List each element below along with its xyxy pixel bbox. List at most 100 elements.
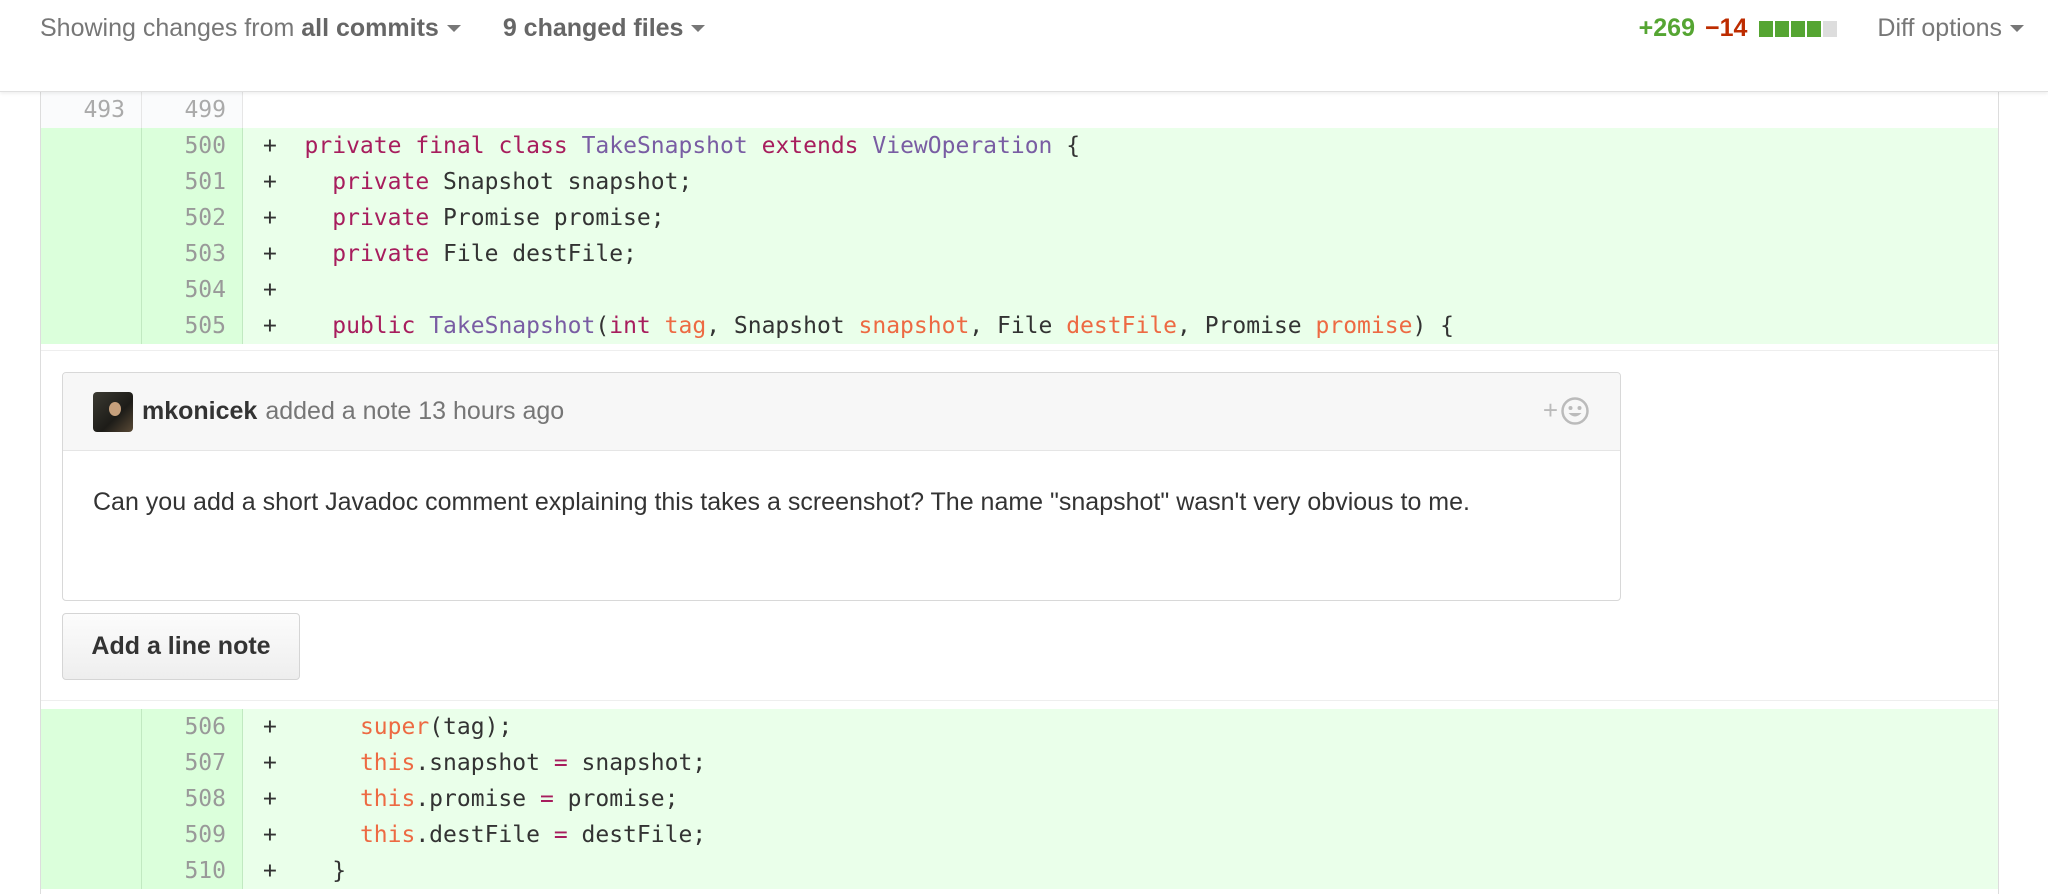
toolbar-right: +269 −14 Diff options <box>1639 14 2024 43</box>
code-token: this <box>359 822 416 848</box>
changed-files-label: 9 changed files <box>502 14 684 42</box>
code-token: snapshot <box>858 313 970 339</box>
new-line-number[interactable]: 503 <box>142 236 243 272</box>
code-line: + } <box>243 853 1998 889</box>
new-line-number[interactable]: 502 <box>142 200 243 236</box>
code-token: Promise promise; <box>429 205 665 231</box>
commit-range-selector[interactable]: Showing changes from all commits <box>40 14 461 43</box>
code-line: + this.destFile = destFile; <box>243 817 1998 853</box>
code-token: + <box>263 822 360 848</box>
new-line-number[interactable]: 506 <box>142 709 243 745</box>
code-token: TakeSnapshot <box>581 133 748 159</box>
diff-view: 493 499 500 + private final class TakeSnaps… <box>40 92 1999 894</box>
code-token: + <box>263 786 360 812</box>
code-token: + <box>263 750 360 776</box>
diff-options-label: Diff options <box>1877 14 2002 42</box>
code-token: + <box>263 169 333 195</box>
old-line-number[interactable] <box>41 817 142 853</box>
code-token: (tag); <box>429 714 513 740</box>
code-token: public <box>332 313 416 339</box>
old-line-number[interactable] <box>41 272 142 308</box>
diff-line: 510 + } <box>41 853 1998 889</box>
code-token: private <box>332 241 430 267</box>
new-line-number[interactable]: 510 <box>142 853 243 889</box>
diff-line: 506 + super(tag); <box>41 709 1998 745</box>
old-line-number[interactable] <box>41 236 142 272</box>
code-token: class <box>498 133 568 159</box>
smiley-icon <box>1561 396 1589 425</box>
code-token: tag <box>664 313 707 339</box>
old-line-number[interactable]: 493 <box>41 92 142 128</box>
showing-prefix: Showing changes from <box>40 14 302 42</box>
code-token: + <box>263 205 333 231</box>
old-line-number[interactable] <box>41 853 142 889</box>
diffstat-neutral-block <box>1823 20 1838 37</box>
chevron-down-icon <box>2010 25 2024 32</box>
code-token: .destFile <box>415 822 554 848</box>
code-token: , Snapshot <box>706 313 859 339</box>
old-line-number[interactable] <box>41 709 142 745</box>
code-token: + <box>263 277 277 303</box>
code-line: + <box>243 272 1998 308</box>
new-line-number[interactable]: 499 <box>142 92 243 128</box>
code-token: + } <box>263 858 347 884</box>
new-line-number[interactable]: 500 <box>142 128 243 164</box>
code-token: private <box>332 205 430 231</box>
diffstat-added-block <box>1759 20 1774 37</box>
old-line-number[interactable] <box>41 745 142 781</box>
code-token: + <box>263 714 360 740</box>
add-reaction-button[interactable]: + <box>1543 395 1590 426</box>
new-line-number[interactable]: 504 <box>142 272 243 308</box>
diff-line: 501 + private Snapshot snapshot; <box>41 164 1998 200</box>
code-token: .promise <box>415 786 540 812</box>
diff-line: 504 + <box>41 272 1998 308</box>
code-token: TakeSnapshot <box>429 313 596 339</box>
code-token: destFile <box>1066 313 1178 339</box>
old-line-number[interactable] <box>41 308 142 344</box>
code-token: File destFile; <box>429 241 637 267</box>
code-token: private <box>332 169 430 195</box>
diffstat-added-block <box>1791 20 1806 37</box>
diff-line: 508 + this.promise = promise; <box>41 781 1998 817</box>
new-line-number[interactable]: 501 <box>142 164 243 200</box>
code-token: + <box>263 313 333 339</box>
add-line-note-button[interactable]: Add a line note <box>62 613 300 680</box>
diff-line: 505 + public TakeSnapshot(int tag, Snapsh… <box>41 308 1998 344</box>
old-line-number[interactable] <box>41 781 142 817</box>
diff-line: 493 499 <box>41 92 1998 128</box>
diff-line: 507 + this.snapshot = snapshot; <box>41 745 1998 781</box>
new-line-number[interactable]: 505 <box>142 308 243 344</box>
code-token: ViewOperation <box>872 133 1053 159</box>
code-token: ) { <box>1412 313 1454 339</box>
new-line-number[interactable]: 508 <box>142 781 243 817</box>
line-comment: mkonicek added a note 13 hours ago + Can… <box>62 372 1621 601</box>
code-line: + this.promise = promise; <box>243 781 1998 817</box>
chevron-down-icon <box>446 25 461 32</box>
code-token: + <box>263 241 333 267</box>
code-line: + private Snapshot snapshot; <box>243 164 1998 200</box>
code-line: + super(tag); <box>243 709 1998 745</box>
old-line-number[interactable] <box>41 128 142 164</box>
new-line-number[interactable]: 509 <box>142 817 243 853</box>
changed-files-selector[interactable]: 9 changed files <box>503 14 706 43</box>
new-line-number[interactable]: 507 <box>142 745 243 781</box>
old-line-number[interactable] <box>41 164 142 200</box>
diffstat-added-block <box>1807 20 1822 37</box>
code-token: ( <box>595 313 610 339</box>
code-token: destFile; <box>567 822 707 848</box>
diff-options-button[interactable]: Diff options <box>1877 14 2024 43</box>
old-line-number[interactable] <box>41 200 142 236</box>
code-token: int <box>609 313 651 339</box>
code-token: , Promise <box>1177 313 1316 339</box>
code-token: final <box>415 133 485 159</box>
reaction-plus: + <box>1542 395 1558 425</box>
avatar[interactable] <box>93 391 133 432</box>
deletions-count: −14 <box>1704 14 1748 42</box>
comment-author[interactable]: mkonicek <box>142 397 257 426</box>
